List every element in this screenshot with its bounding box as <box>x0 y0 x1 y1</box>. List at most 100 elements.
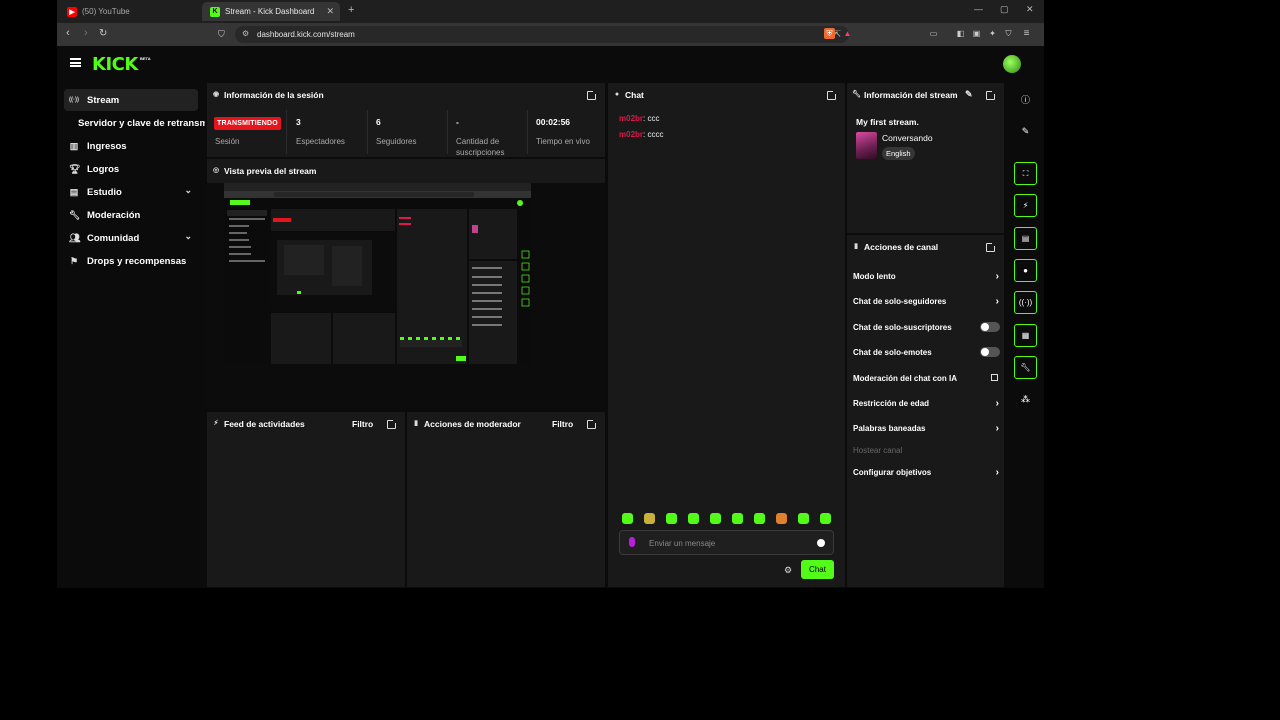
focus-icon[interactable]: ⛶ <box>1014 162 1037 185</box>
stream-preview-panel: ◎ Vista previa del stream <box>207 159 605 409</box>
sidebar: ((·)) Stream Servidor y clave de retrans… <box>57 82 205 588</box>
subscribers-only-toggle[interactable] <box>980 322 1000 332</box>
language-tag: English <box>882 147 915 160</box>
wrench-icon[interactable]: 🔧︎ <box>1014 356 1037 379</box>
sidebar-item-label: Drops y recompensas <box>87 255 187 267</box>
emote-icon[interactable] <box>710 513 721 524</box>
sidebar-item-comunidad[interactable]: 👥︎ Comunidad ⌄ <box>64 227 198 249</box>
extensions-icon[interactable]: ✦ <box>987 28 998 39</box>
chevron-down-icon[interactable]: ⌄ <box>184 231 192 242</box>
action-ai-moderation[interactable]: Moderación del chat con IA <box>853 374 999 388</box>
popout-icon[interactable] <box>986 242 996 252</box>
sidebar-item-logros[interactable]: 🏆︎ Logros <box>64 158 198 180</box>
emote-icon[interactable] <box>666 513 677 524</box>
notes-icon[interactable]: ▤ <box>1014 227 1037 250</box>
emote-icon[interactable] <box>754 513 765 524</box>
emote-icon[interactable] <box>688 513 699 524</box>
kick-logo[interactable]: KICK <box>92 54 138 75</box>
emote-icon[interactable] <box>798 513 809 524</box>
site-settings-icon[interactable]: ⚙ <box>242 29 249 38</box>
kick-favicon-icon: K <box>210 6 220 17</box>
action-followers-only[interactable]: Chat de solo-seguidores › <box>853 296 999 311</box>
filter-button[interactable]: Filtro <box>352 419 373 429</box>
chat-input-placeholder: Enviar un mensaje <box>649 539 716 548</box>
back-icon[interactable]: ‹ <box>66 27 70 39</box>
action-subscribers-only[interactable]: Chat de solo-suscriptores <box>853 322 1000 337</box>
stream-info-panel: 🔧︎ Información del stream ✎ My first str… <box>847 83 1004 233</box>
emote-icon[interactable] <box>644 513 655 524</box>
forward-icon[interactable]: › <box>84 27 88 39</box>
emotes-only-toggle[interactable] <box>980 347 1000 357</box>
address-bar[interactable]: ⚙ dashboard.kick.com/stream ⇱ <box>235 26 849 43</box>
close-tab-icon[interactable]: ✕ <box>326 6 334 17</box>
emote-icon[interactable] <box>732 513 743 524</box>
action-emotes-only[interactable]: Chat de solo-emotes <box>853 347 1000 362</box>
brave-rewards-icon[interactable]: ▲ <box>842 28 853 39</box>
chat-bubble-icon[interactable]: ● <box>1014 259 1037 282</box>
popout-icon[interactable] <box>587 90 597 100</box>
chat-bubble-icon: ● <box>614 91 620 98</box>
popout-icon[interactable] <box>587 419 597 429</box>
edit-icon[interactable]: ✎ <box>1014 120 1037 143</box>
popout-icon[interactable] <box>387 419 397 429</box>
microphone-icon[interactable] <box>629 537 635 547</box>
lightning-icon[interactable]: ⚡︎ <box>1014 194 1037 217</box>
action-slow-mode[interactable]: Modo lento › <box>853 271 999 286</box>
emote-icon[interactable] <box>776 513 787 524</box>
browser-tab-strip: ▶ (50) YouTube K Stream - Kick Dashboard… <box>57 0 1044 23</box>
stat-subscriptions: - Cantidad de suscripciones <box>448 110 528 157</box>
chat-username[interactable]: m02br <box>619 130 643 139</box>
browser-tab-kick[interactable]: K Stream - Kick Dashboard ✕ <box>202 2 340 21</box>
popout-icon[interactable] <box>827 90 837 100</box>
new-tab-icon[interactable]: + <box>348 4 354 16</box>
reload-icon[interactable]: ↻ <box>99 28 107 39</box>
emote-icon[interactable] <box>820 513 831 524</box>
stream-category[interactable]: Conversando <box>882 133 933 143</box>
sidebar-item-label: Ingresos <box>87 140 127 152</box>
vpn-icon[interactable]: ⛉ <box>1003 28 1014 39</box>
panel-header: 🔧︎ Información del stream ✎ <box>847 83 1004 107</box>
sidebar-toggle-icon[interactable]: ◧ <box>955 28 966 39</box>
brave-shield-icon[interactable]: ⛨ <box>824 28 835 39</box>
chat-username[interactable]: m02br <box>619 114 643 123</box>
chat-input[interactable]: Enviar un mensaje <box>619 530 834 555</box>
edit-icon[interactable]: ✎ <box>965 89 973 100</box>
panel-header: ● Chat <box>608 83 845 107</box>
layout-icon[interactable]: ▦ <box>1014 324 1037 347</box>
popout-icon[interactable] <box>986 90 996 100</box>
gift-icon: ⚑ <box>69 256 79 266</box>
chat-send-button[interactable]: Chat <box>801 560 834 579</box>
sidebar-item-moderacion[interactable]: 🔧︎ Moderación <box>64 204 198 226</box>
gear-icon[interactable]: ⚙ <box>784 565 792 576</box>
url-text: dashboard.kick.com/stream <box>257 30 355 39</box>
reader-mode-icon[interactable]: ▭ <box>928 28 939 39</box>
quick-actions-rail: ⓘ ✎ ⛶ ⚡︎ ▤ ● ((·)) ▦ 🔧︎ ⁂ <box>1007 82 1044 588</box>
sidebar-item-server-key[interactable]: Servidor y clave de retransmisión <box>64 112 205 134</box>
broadcast-icon[interactable]: ((·)) <box>1014 291 1037 314</box>
stream-preview-video[interactable] <box>224 183 531 364</box>
wallet-icon[interactable]: ▣ <box>971 28 982 39</box>
sidebar-item-estudio[interactable]: ▤ Estudio ⌄ <box>64 181 198 203</box>
menu-icon[interactable] <box>70 58 81 67</box>
action-age-restriction[interactable]: Restricción de edad › <box>853 398 999 413</box>
browser-menu-icon[interactable]: ≡ <box>1021 28 1032 39</box>
sidebar-item-stream[interactable]: ((·)) Stream <box>64 89 198 111</box>
chevron-down-icon[interactable]: ⌄ <box>184 185 192 196</box>
filter-button[interactable]: Filtro <box>552 419 573 429</box>
action-banned-words[interactable]: Palabras baneadas › <box>853 423 999 438</box>
action-configure-goals[interactable]: Configurar objetivos › <box>853 467 999 482</box>
emoji-icon[interactable] <box>817 539 825 547</box>
chat-message: m02br: cccc <box>619 130 663 139</box>
maximize-icon[interactable]: ▢ <box>1000 4 1009 15</box>
bookmark-icon[interactable]: ⛉ <box>218 29 225 40</box>
minimize-icon[interactable]: — <box>974 4 983 14</box>
user-avatar[interactable] <box>1003 55 1021 73</box>
close-window-icon[interactable]: ✕ <box>1026 4 1034 15</box>
add-widget-icon[interactable]: ⁂ <box>1014 388 1037 411</box>
info-icon[interactable]: ⓘ <box>1014 88 1037 111</box>
panel-title: Información de la sesión <box>224 90 324 100</box>
sidebar-item-ingresos[interactable]: ▥ Ingresos <box>64 135 198 157</box>
browser-tab-youtube[interactable]: ▶ (50) YouTube <box>59 2 199 21</box>
emote-icon[interactable] <box>622 513 633 524</box>
sidebar-item-drops[interactable]: ⚑ Drops y recompensas <box>64 250 198 272</box>
